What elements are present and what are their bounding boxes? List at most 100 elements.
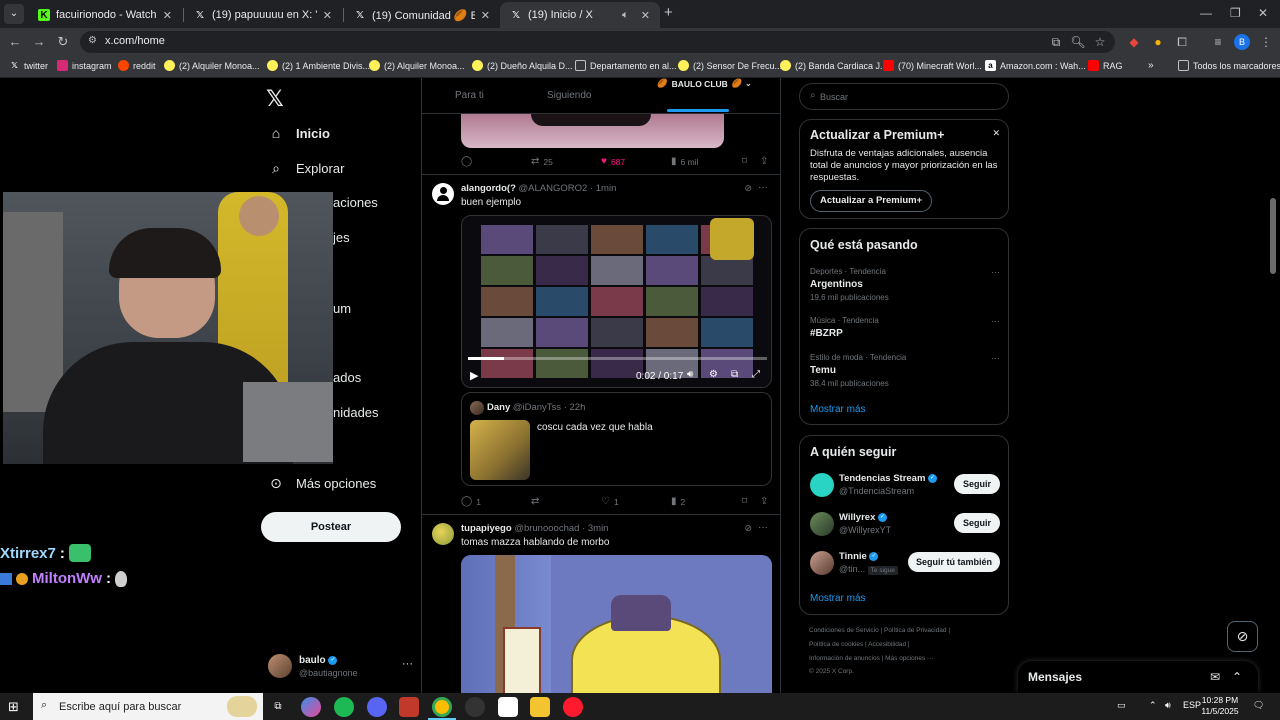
app-icon[interactable] <box>498 697 518 717</box>
search-input[interactable]: ⌕ Buscar <box>799 83 1009 110</box>
close-window-icon[interactable]: ✕ <box>1258 6 1268 20</box>
video-progress-track[interactable] <box>468 357 767 360</box>
discord-icon[interactable] <box>367 697 387 717</box>
page-scrollbar[interactable] <box>1270 198 1276 274</box>
footer-links[interactable]: Política de cookies | Accesibilidad | <box>809 641 910 648</box>
close-icon[interactable]: ✕ <box>323 9 332 22</box>
app-icon[interactable] <box>399 697 419 717</box>
task-view-icon[interactable]: ⧉ <box>268 697 288 717</box>
upgrade-premium-button[interactable]: Actualizar a Premium+ <box>810 190 933 212</box>
bookmark-button[interactable]: ⌑ <box>742 496 747 507</box>
follow-button[interactable]: Seguir <box>954 513 1000 533</box>
close-icon[interactable]: ✕ <box>481 9 490 22</box>
url-text[interactable]: x.com/home <box>105 35 165 47</box>
tab-x-post[interactable]: 𝕏 (19) papuuuuu en X: "@bautia ✕ <box>184 2 342 28</box>
tab-siguiendo[interactable]: Siguiendo <box>547 90 591 101</box>
grok-icon[interactable]: ⊘ <box>744 183 752 194</box>
opera-icon[interactable] <box>563 697 583 717</box>
video-player[interactable]: ▶ 0:02 / 0:17 🔊︎ ⚙︎ ⧉ ⤢ <box>461 215 772 388</box>
footer-links[interactable]: Condiciones de Servicio | Política de Pr… <box>809 627 950 634</box>
footer-links[interactable]: Información de anuncios | Más opciones ·… <box>809 655 934 662</box>
bookmark-item[interactable]: RAG <box>1088 60 1123 71</box>
fullscreen-icon[interactable]: ⤢ <box>752 369 760 380</box>
more-icon[interactable]: ··· <box>758 182 768 193</box>
post-media[interactable] <box>461 555 772 693</box>
play-icon[interactable]: ▶ <box>470 369 478 382</box>
bookmark-item[interactable]: 𝕏twitter <box>9 60 48 71</box>
bookmark-item[interactable]: (2) Alquiler Monoa... <box>369 60 465 71</box>
more-icon[interactable]: ··· <box>991 267 1000 277</box>
minimize-icon[interactable]: — <box>1200 6 1212 20</box>
follow-suggestion[interactable]: Willyrex ✓ @WillyrexYT Seguir <box>810 510 1000 540</box>
post-author[interactable]: alangordo(? @ALANGORO2 · 1min <box>461 183 616 194</box>
new-tab-button[interactable]: + <box>664 4 673 21</box>
follow-suggestion[interactable]: Tendencias Stream ✓ @TndenciaStream Segu… <box>810 471 1000 501</box>
pip-icon[interactable]: ⧉ <box>731 369 738 380</box>
chrome-icon[interactable] <box>432 697 452 717</box>
volume-icon[interactable]: 🔊︎ <box>1165 700 1171 711</box>
sidebar-item-guardados[interactable]: ados <box>333 370 361 385</box>
account-switcher[interactable]: baulo ✓ @bautiagnone ··· <box>268 652 413 682</box>
bookmark-item[interactable]: reddit <box>118 60 156 71</box>
all-bookmarks-button[interactable]: Todos los marcadores <box>1178 60 1280 71</box>
keyboard-icon[interactable]: ▭ <box>1117 700 1126 711</box>
bookmark-item[interactable]: (2) Banda Cardiaca J... <box>780 60 888 71</box>
restore-icon[interactable]: ❐ <box>1230 6 1241 20</box>
reply-button[interactable]: ◯ 1 <box>461 496 481 507</box>
bookmark-item[interactable]: (2) Alquiler Monoa... <box>164 60 260 71</box>
bookmark-item[interactable]: (70) Minecraft Worl... <box>883 60 982 71</box>
back-icon[interactable]: ← <box>6 33 24 51</box>
notifications-icon[interactable]: 🗨︎ <box>1253 700 1264 711</box>
tray-overflow-icon[interactable]: ⌃ <box>1149 700 1157 711</box>
follow-back-button[interactable]: Seguir tú también <box>908 552 1000 572</box>
reading-list-icon[interactable]: ≡ <box>1210 34 1226 50</box>
follow-suggestion[interactable]: Tinnie ✓ @tin... Te sigue Seguir tú tamb… <box>810 549 1000 579</box>
bookmark-star-icon[interactable]: ☆ <box>1092 34 1108 50</box>
sidebar-item-mas-opciones[interactable]: ⊙ Más opciones <box>268 475 376 492</box>
windows-start-icon[interactable]: ⊞ <box>8 699 19 715</box>
clock[interactable]: 10:28 PM 11/5/2025 <box>1195 695 1245 717</box>
bookmarks-overflow-button[interactable]: » <box>1148 60 1154 71</box>
trends-show-more-link[interactable]: Mostrar más <box>810 404 866 415</box>
extensions-puzzle-icon[interactable]: ⧠ <box>1174 34 1190 50</box>
sidebar-item-explorar[interactable]: ⌕ Explorar <box>268 160 344 177</box>
trend-item[interactable]: Estilo de moda · Tendencia Temu 38,4 mil… <box>810 353 1000 388</box>
messages-drawer[interactable]: Mensajes ✉ ⌃ <box>1018 661 1258 693</box>
x-logo-icon[interactable]: 𝕏 <box>266 86 284 112</box>
taskbar-search-input[interactable]: ⌕ Escribe aquí para buscar <box>33 693 263 720</box>
tab-home[interactable]: 𝕏 (19) Inicio / X 🔈︎ ✕ <box>500 2 660 28</box>
bookmark-button[interactable]: ⌑ <box>742 156 747 167</box>
tab-baulo-club[interactable]: 🏉 BAULO CLUB 🏉 ⌄ <box>657 78 752 89</box>
repost-button[interactable]: ⇄ 25 <box>531 156 553 167</box>
more-icon[interactable]: ··· <box>991 353 1000 363</box>
post-author[interactable]: tupapiyego @brunooochad · 3min <box>461 523 608 534</box>
trend-item[interactable]: Deportes · Tendencia Argentinos 19,6 mil… <box>810 267 1000 302</box>
profile-avatar[interactable]: B <box>1234 34 1250 50</box>
speaker-icon[interactable]: 🔈︎ <box>622 9 629 22</box>
copilot-icon[interactable] <box>301 697 321 717</box>
bookmark-item[interactable]: Departamento en al... <box>575 60 677 71</box>
reply-button[interactable]: ◯ <box>461 156 472 167</box>
bookmark-item[interactable]: (2) Sensor De Frecu... <box>678 60 782 71</box>
quoted-post[interactable]: Dany @iDanyTss · 22h coscu cada vez que … <box>461 392 772 486</box>
more-icon[interactable]: ··· <box>758 522 768 533</box>
bookmark-item[interactable]: a Amazon.com : Wah... <box>985 60 1086 71</box>
tab-search-button[interactable]: ⌄ <box>4 4 24 24</box>
sidebar-item-mensajes[interactable]: jes <box>333 230 350 245</box>
grok-icon[interactable]: ⊘ <box>744 523 752 534</box>
sidebar-item-comunidades[interactable]: nidades <box>333 405 379 420</box>
tab-para-ti[interactable]: Para ti <box>455 90 484 101</box>
more-icon[interactable]: ··· <box>402 658 413 670</box>
bookmark-item[interactable]: (2) Dueño Alquila D... <box>472 60 573 71</box>
close-icon[interactable]: ✕ <box>163 9 172 22</box>
trend-item[interactable]: Música · Tendencia #BZRP ··· <box>810 316 1000 339</box>
share-button[interactable]: ⇪ <box>760 156 768 167</box>
tab-community[interactable]: 𝕏 (19) Comunidad 🏉 BAULO CLUB ✕ <box>344 2 500 28</box>
settings-icon[interactable]: ⚙︎ <box>709 369 718 380</box>
sidebar-item-inicio[interactable]: ⌂ Inicio <box>268 125 330 141</box>
grok-button[interactable]: ⊘ <box>1227 621 1258 652</box>
zoom-icon[interactable]: 🔍︎ <box>1070 34 1086 50</box>
reload-icon[interactable]: ↻ <box>54 33 72 51</box>
spotify-icon[interactable] <box>334 697 354 717</box>
views-button[interactable]: ▮ 6 mil <box>671 156 698 167</box>
